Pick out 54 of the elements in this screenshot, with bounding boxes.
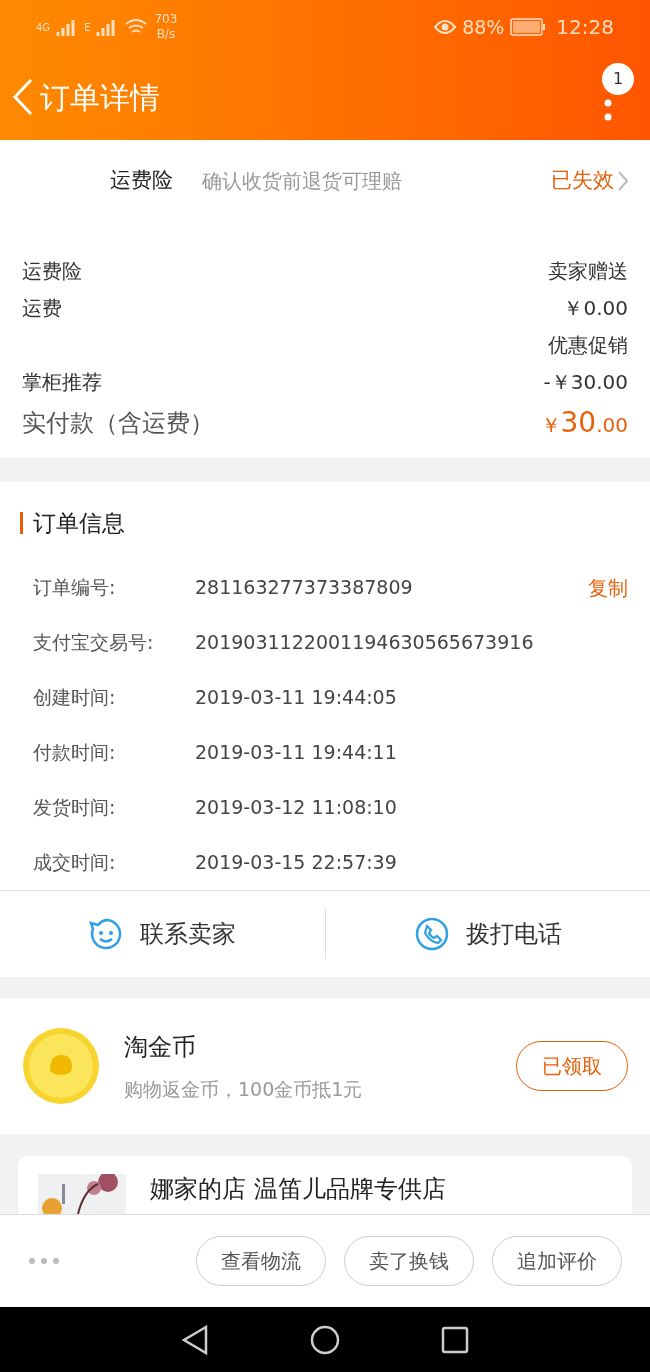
eye-icon: [434, 19, 457, 35]
battery-percent: 88%: [462, 14, 505, 40]
info-label: 订单编号:: [33, 575, 117, 601]
clock: 12:28: [556, 14, 614, 41]
notification-badge: 1: [602, 63, 634, 95]
info-label: 成交时间:: [33, 850, 117, 876]
contact-button[interactable]: 联系卖家: [0, 916, 325, 952]
network-type: 4G: [36, 20, 51, 35]
price-value: -￥30.00: [543, 368, 628, 396]
home-circle-icon[interactable]: [310, 1324, 340, 1355]
network-speed: 703: [154, 12, 178, 27]
insurance-status: 已失效: [551, 167, 614, 195]
page-title: 订单详情: [40, 78, 160, 117]
back-triangle-icon[interactable]: [180, 1324, 209, 1355]
info-label: 创建时间:: [33, 685, 117, 711]
price-value: 卖家赠送: [548, 257, 628, 285]
battery-icon: [510, 18, 547, 36]
info-label: 发货时间:: [33, 795, 117, 821]
network-type: E: [84, 20, 91, 35]
shop-name: 娜家的店 温笛儿品牌专供店: [150, 1174, 446, 1204]
info-value: 2019-03-11 19:44:05: [195, 685, 397, 711]
price-value: 优惠促销: [548, 331, 628, 359]
recent-apps-icon[interactable]: [441, 1325, 470, 1354]
wifi-icon: [124, 18, 149, 36]
copy-link[interactable]: 复制: [588, 572, 628, 603]
contact-button[interactable]: 拨打电话: [325, 916, 650, 952]
insurance-row[interactable]: 运费险 确认收货前退货可理赔 已失效: [0, 140, 650, 222]
info-label: 付款时间:: [33, 740, 117, 766]
insurance-description: 确认收货前退货可理赔: [202, 168, 403, 195]
action-button[interactable]: 卖了换钱: [344, 1236, 474, 1286]
price-label: 运费: [22, 294, 62, 322]
info-value: 2019031122001194630565673916: [195, 630, 534, 656]
total-amount: ￥30.00: [540, 405, 628, 441]
action-button[interactable]: 查看物流: [196, 1236, 326, 1286]
section-title: 订单信息: [33, 508, 125, 538]
insurance-label: 运费险: [110, 167, 174, 195]
total-label: 实付款（含运费）: [22, 408, 214, 439]
more-icon[interactable]: [604, 99, 612, 121]
info-value: 281163277373387809: [195, 575, 413, 601]
phone-icon: [413, 916, 450, 952]
info-value: 2019-03-11 19:44:11: [195, 740, 397, 766]
info-label: 支付宝交易号:: [33, 630, 155, 656]
coins-subtitle: 购物返金币，100金币抵1元: [124, 1076, 363, 1102]
coin-icon: [22, 1027, 100, 1105]
info-value: 2019-03-12 11:08:10: [195, 795, 397, 821]
price-label: 运费险: [22, 257, 82, 285]
price-value: ￥0.00: [563, 294, 628, 322]
more-dots-icon[interactable]: [28, 1257, 60, 1265]
chevron-right-icon: [618, 171, 628, 191]
info-value: 2019-03-15 22:57:39: [195, 850, 397, 876]
action-button[interactable]: 追加评价: [492, 1236, 622, 1286]
price-label: 掌柜推荐: [22, 368, 102, 396]
network-speed-unit: B/s: [156, 27, 176, 42]
coins-title: 淘金币: [124, 1031, 197, 1063]
